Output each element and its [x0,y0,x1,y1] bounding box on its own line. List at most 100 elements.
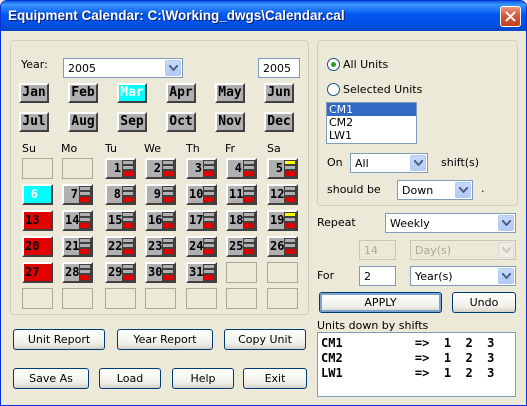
day-cell-18[interactable]: 18 [226,210,257,231]
selected-units-label[interactable]: Selected Units [343,83,422,96]
month-button-may[interactable]: May [215,83,245,103]
for-field[interactable]: 2 [359,266,396,286]
empty-day-cell [226,262,257,283]
all-units-radio[interactable] [327,58,340,71]
day-cell-25[interactable]: 25 [226,236,257,257]
day-cell-5[interactable]: 5 [267,158,298,179]
month-button-jan[interactable]: Jan [19,83,49,103]
day-cell-2[interactable]: 2 [145,158,176,179]
copy-unit-button[interactable]: Copy Unit [224,329,306,350]
day-number: 24 [189,239,204,253]
chevron-down-icon [498,242,514,258]
weekday-header-mo: Mo [61,142,78,155]
shift-3-indicator [122,222,134,229]
day-cell-6[interactable]: 6 [22,184,53,205]
title-bar[interactable]: Equipment Calendar: C:\Working_dwgs\Cale… [1,1,526,31]
shift-3-indicator [203,170,215,177]
undo-button[interactable]: Undo [452,292,516,313]
day-cell-23[interactable]: 23 [145,236,176,257]
on-shift-combo[interactable]: All [350,153,428,173]
save-as-button[interactable]: Save As [13,368,89,389]
units-listbox[interactable]: CM1 CM2 LW1 [326,102,417,144]
empty-day-cell [62,288,93,309]
help-button[interactable]: Help [172,368,234,389]
day-cell-12[interactable]: 12 [267,184,298,205]
day-cell-11[interactable]: 11 [226,184,257,205]
day-cell-31[interactable]: 31 [186,262,217,283]
month-button-apr[interactable]: Apr [166,83,196,103]
day-cell-26[interactable]: 26 [267,236,298,257]
day-cell-27[interactable]: 27 [22,262,53,283]
day-cell-22[interactable]: 22 [105,236,136,257]
year-combo-value: 2005 [68,62,96,75]
day-cell-15[interactable]: 15 [105,210,136,231]
day-cell-20[interactable]: 20 [22,236,53,257]
shift-3-indicator [122,274,134,281]
selected-units-radio[interactable] [327,83,340,96]
day-number: 26 [270,239,285,253]
day-cell-3[interactable]: 3 [186,158,217,179]
for-unit-combo[interactable]: Year(s) [410,266,516,286]
close-button[interactable] [500,6,521,27]
day-cell-19[interactable]: 19 [267,210,298,231]
should-be-label: should be [327,183,381,196]
month-button-sep[interactable]: Sep [117,112,147,132]
shift-3-indicator [162,196,174,203]
exit-button[interactable]: Exit [243,368,307,389]
day-cell-21[interactable]: 21 [62,236,93,257]
shift-3-indicator [162,222,174,229]
empty-day-cell [267,288,298,309]
day-cell-30[interactable]: 30 [145,262,176,283]
shift-3-indicator [162,248,174,255]
day-number: 19 [270,213,285,227]
day-cell-14[interactable]: 14 [62,210,93,231]
unit-list-item[interactable]: CM2 [327,116,416,129]
month-button-aug[interactable]: Aug [68,112,98,132]
month-button-jun[interactable]: Jun [264,83,294,103]
chevron-down-icon [165,60,181,76]
empty-day-cell [145,288,176,309]
month-button-nov[interactable]: Nov [215,112,245,132]
day-cell-28[interactable]: 28 [62,262,93,283]
shift-3-indicator [284,196,296,203]
shifts-label: shift(s) [441,156,480,169]
all-units-label[interactable]: All Units [343,58,388,71]
status-row: CM1 => 1 2 3 [321,336,495,350]
month-button-dec[interactable]: Dec [264,112,294,132]
month-button-jul[interactable]: Jul [19,112,49,132]
year-report-button[interactable]: Year Report [117,329,213,350]
should-be-combo[interactable]: Down [397,180,473,200]
weekday-header-sa: Sa [267,142,281,155]
for-label: For [317,269,335,282]
day-cell-10[interactable]: 10 [186,184,217,205]
day-cell-13[interactable]: 13 [22,210,53,231]
load-button[interactable]: Load [99,368,161,389]
month-button-oct[interactable]: Oct [166,112,196,132]
year-field[interactable]: 2005 [258,58,300,78]
unit-list-item[interactable]: CM1 [327,103,416,116]
month-button-mar[interactable]: Mar [117,83,147,103]
day-cell-8[interactable]: 8 [105,184,136,205]
equipment-calendar-window: Equipment Calendar: C:\Working_dwgs\Cale… [0,0,527,406]
unit-report-button[interactable]: Unit Report [13,329,105,350]
repeat-combo[interactable]: Weekly [385,213,516,233]
should-be-value: Down [402,184,434,197]
apply-button[interactable]: APPLY [319,292,442,313]
day-cell-1[interactable]: 1 [105,158,136,179]
period-label: . [481,182,485,195]
day-cell-4[interactable]: 4 [226,158,257,179]
day-cell-29[interactable]: 29 [105,262,136,283]
day-cell-24[interactable]: 24 [186,236,217,257]
interval-unit-combo: Day(s) [410,240,516,260]
day-cell-7[interactable]: 7 [62,184,93,205]
day-cell-17[interactable]: 17 [186,210,217,231]
day-cell-9[interactable]: 9 [145,184,176,205]
day-number: 5 [275,161,283,175]
empty-day-cell [22,158,53,179]
month-button-feb[interactable]: Feb [68,83,98,103]
unit-list-item[interactable]: LW1 [327,129,416,142]
interval-value: 14 [364,244,378,257]
day-number: 21 [65,239,80,253]
year-combo[interactable]: 2005 [63,58,183,78]
day-cell-16[interactable]: 16 [145,210,176,231]
